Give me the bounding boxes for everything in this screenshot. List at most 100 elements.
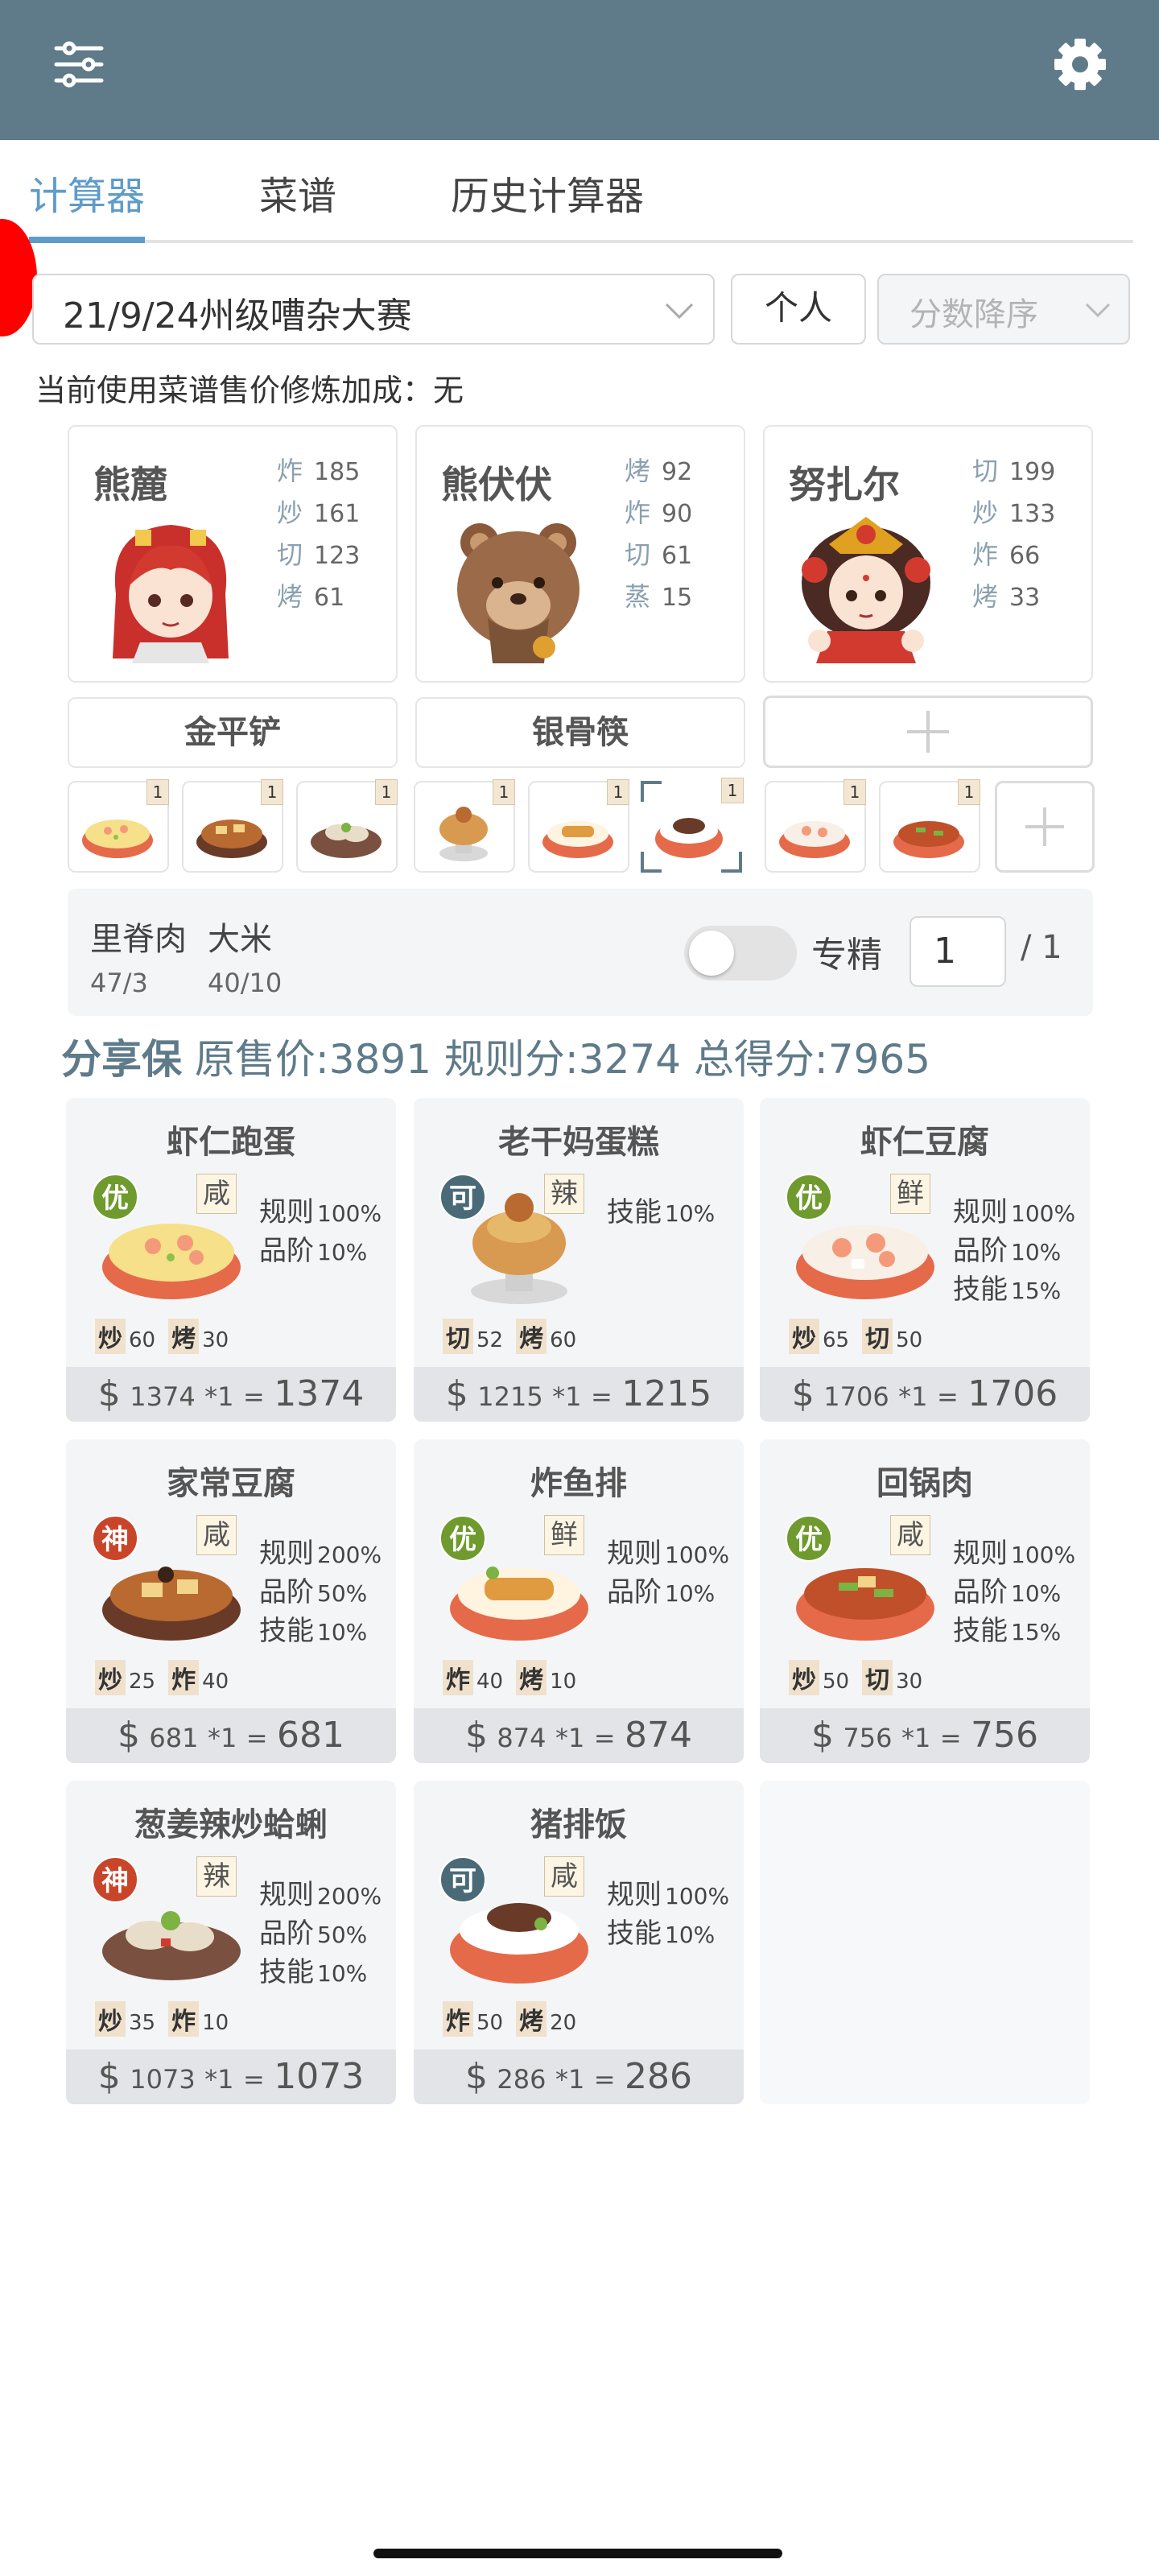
dish-thumbnail [439,807,488,861]
chef-card[interactable]: 熊麓 炸 185 炒 161 切 123 烤 61 [68,425,398,683]
recipe-card[interactable]: 炸鱼排优 鲜规则 100% 品阶 10% 炸 40 烤 10 $ 874 *1 = 874 [414,1439,744,1763]
chef-skill: 炸 66 [972,539,1041,570]
recipe-card[interactable]: 葱姜辣炒蛤蜊神 辣规则 200% 品阶 50% 技能 10% 炒 35 炸 10 $ 1073 *1 … [66,1781,396,2104]
contest-select-value: 21/9/24州级嘈杂大赛 [63,295,412,336]
tab-recipes[interactable]: 菜谱 [259,164,336,221]
flavor-badge: 鲜 [544,1515,584,1555]
recipe-bonus: 品阶 10% [953,1235,1062,1267]
recipe-card[interactable]: 虾仁跑蛋优 咸规则 100% 品阶 10% 炒 60 烤 30 $ 1374 *1 = 1374 [66,1098,396,1422]
chef-avatar [439,506,597,663]
skill-requirement: 切 52 [443,1319,503,1354]
recipe-bonus-list: 规则 100% 技能 10% [607,1872,729,1950]
recipe-card[interactable]: 虾仁豆腐优 鲜规则 100% 品阶 10% 技能 15% 炒 65 切 50 $ 1706 *1 = … [760,1098,1090,1422]
skill-requirement: 炸 50 [443,2001,503,2037]
recipe-card[interactable]: 老干妈蛋糕可 辣技能 10% 切 52 烤 60 $ 1215 *1 = 1215 [414,1098,744,1422]
chef-skill: 烤 92 [625,456,693,486]
add-equipment-button[interactable] [763,696,1093,768]
dish-thumbnail [893,821,964,858]
dish-thumbnail [311,823,382,858]
flavor-badge: 鲜 [890,1174,930,1214]
specialty-max: / 1 [1021,929,1062,966]
recipe-bonus-list: 规则 200% 品阶 50% 技能 10% [259,1531,382,1647]
skill-requirement: 炒 25 [95,1660,155,1695]
dish-slot[interactable]: 1 [879,779,980,873]
dish-thumbnail [542,821,613,858]
dish-slot[interactable]: 1 [414,779,515,873]
recipe-name: 葱姜辣炒蛤蜊 [134,1806,328,1843]
recipe-bonus: 规则 100% [607,1879,730,1911]
skill-requirement: 烤 10 [516,1660,576,1695]
plus-icon [1021,803,1069,851]
skill-requirement: 炒 35 [95,2001,155,2037]
flavor-badge: 咸 [890,1515,930,1555]
skill-requirements: 炒 25 炸 40 [95,1660,241,1695]
price-row: $ 1215 *1 = 1215 [414,1367,744,1422]
skill-requirements: 炒 60 烤 30 [95,1319,241,1354]
home-indicator[interactable] [373,2549,782,2558]
dish-slot[interactable]: 1 [765,779,866,873]
recipe-name: 老干妈蛋糕 [498,1124,659,1161]
recipe-card[interactable]: 回锅肉优 咸规则 100% 品阶 10% 技能 15% 炒 50 切 30 $ 756 *1 = 75… [760,1439,1090,1763]
recipe-bonus: 规则 100% [259,1196,382,1228]
recipe-bonus: 规则 200% [259,1538,382,1570]
ingredient-item: 里脊肉 47/3 [90,921,187,998]
dollar-icon: $ [117,1715,140,1756]
dish-slot-selected[interactable]: 1 [641,778,744,873]
chef-card[interactable]: 努扎尔 切 199 炒 133 炸 66 烤 33 [763,425,1093,683]
recipe-bonus: 品阶 10% [953,1576,1062,1608]
empty-recipe-card [760,1781,1090,2104]
dish-slot[interactable]: 1 [296,779,398,873]
dish-thumbnail [196,819,267,858]
dish-slot[interactable]: 1 [528,779,629,873]
equipment-slot[interactable]: 银骨筷 [415,697,745,768]
dish-slot[interactable]: 1 [182,779,283,873]
app-header [0,0,1159,140]
skill-requirement: 炸 40 [443,1660,503,1695]
plus-icon [904,708,952,756]
recipe-name: 虾仁豆腐 [860,1124,989,1161]
recipe-card[interactable]: 猪排饭可 咸规则 100% 技能 10% 炸 50 烤 20 $ 286 *1 = 286 [414,1781,744,2104]
chevron-down-icon [1082,295,1114,330]
tab-history-calculator[interactable]: 历史计算器 [451,164,644,221]
dollar-icon: $ [97,2056,121,2097]
score-summary: 分享保 原售价:3891 规则分:3274 总得分:7965 [61,1036,931,1083]
sort-select[interactable]: 分数降序 [877,274,1130,345]
personal-mode-button[interactable]: 个人 [731,274,866,345]
skill-requirements: 炒 65 切 50 [789,1319,935,1354]
add-dish-button[interactable] [995,781,1095,873]
price-row: $ 1706 *1 = 1706 [760,1367,1090,1422]
recipe-bonus: 技能 10% [259,1956,368,1988]
chef-avatar [787,506,945,663]
contest-select[interactable]: 21/9/24州级嘈杂大赛 [32,274,715,345]
chef-skill: 蒸 15 [625,581,693,612]
chef-skill: 烤 33 [972,581,1041,612]
sort-select-value: 分数降序 [909,296,1038,333]
equipment-slot[interactable]: 金平铲 [68,697,398,768]
dish-slot[interactable]: 1 [68,779,169,873]
dollar-icon: $ [810,1715,834,1756]
chef-card[interactable]: 熊伏伏 烤 92 炸 90 切 61 蒸 15 [415,425,745,683]
chef-skill: 炒 161 [277,497,361,528]
skill-requirements: 炒 50 切 30 [789,1660,935,1695]
active-tab-indicator [29,237,145,243]
tab-calculator[interactable]: 计算器 [29,164,145,221]
price-row: $ 756 *1 = 756 [760,1708,1090,1763]
filter-settings-icon[interactable] [47,32,111,97]
recipe-bonus: 技能 10% [259,1615,368,1647]
flavor-badge: 咸 [196,1174,237,1214]
flavor-badge: 咸 [544,1856,584,1897]
skill-requirement: 烤 20 [516,2001,576,2037]
specialty-toggle[interactable] [684,926,797,980]
chef-skill: 切 123 [277,539,361,570]
chevron-down-icon [662,293,697,332]
recipe-name: 虾仁跑蛋 [167,1124,295,1161]
rank-badge: 优 [439,1515,486,1562]
specialty-quantity-input[interactable]: 1 [909,916,1006,987]
rank-badge: 可 [439,1174,486,1220]
skill-requirement: 烤 60 [516,1319,576,1354]
gear-icon[interactable] [1046,31,1114,98]
recipe-card[interactable]: 家常豆腐神 咸规则 200% 品阶 50% 技能 10% 炒 25 炸 40 $ 681 *1 = 6… [66,1439,396,1763]
share-link[interactable]: 分享保 [61,1036,182,1083]
chef-name: 熊伏伏 [441,463,552,506]
recipe-bonus: 规则 100% [607,1538,730,1570]
